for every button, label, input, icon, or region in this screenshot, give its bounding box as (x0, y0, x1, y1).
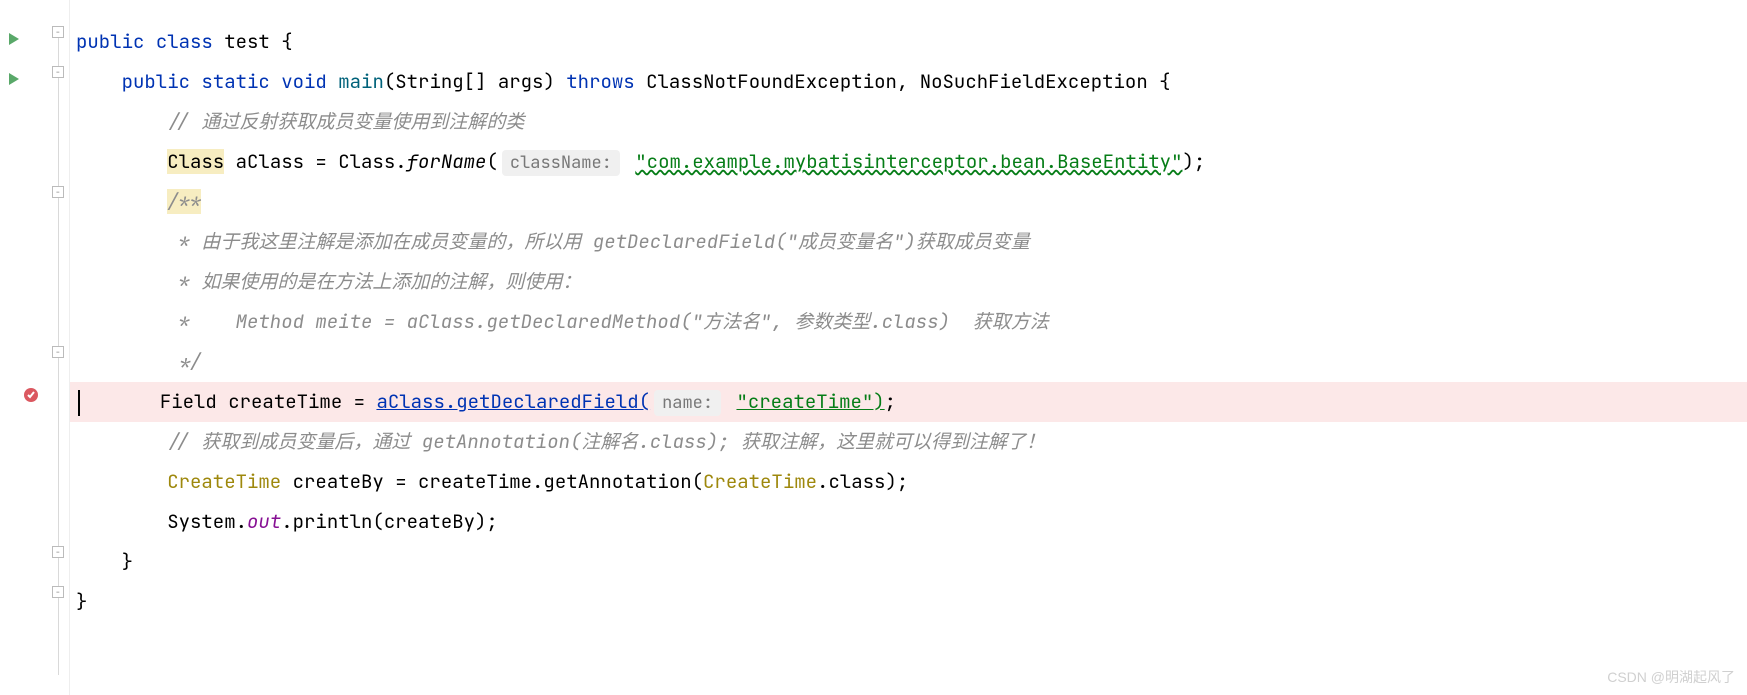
code-line: CreateTime createBy = createTime.getAnno… (70, 462, 1747, 502)
code-line: */ (70, 342, 1747, 382)
code-line: * 如果使用的是在方法上添加的注解，则使用： (70, 262, 1747, 302)
code-line: public class test { (70, 22, 1747, 62)
fold-marker-icon[interactable]: − (52, 26, 64, 38)
breakpoint-icon[interactable] (22, 385, 40, 403)
code-line: * 由于我这里注解是添加在成员变量的，所以用 getDeclaredField(… (70, 222, 1747, 262)
code-line: // 通过反射获取成员变量使用到注解的类 (70, 102, 1747, 142)
watermark: CSDN @明湖起风了 (1607, 667, 1735, 687)
fold-marker-icon[interactable]: − (52, 546, 64, 558)
run-class-icon[interactable] (6, 28, 22, 44)
code-line: } (70, 582, 1747, 622)
run-method-icon[interactable] (6, 68, 22, 84)
code-line: System.out.println(createBy); (70, 502, 1747, 542)
param-hint: className: (502, 150, 620, 176)
editor-gutter: − − − − − − (0, 0, 70, 695)
code-editor[interactable]: public class test { public static void m… (70, 0, 1747, 695)
code-line: /** (70, 182, 1747, 222)
code-line: Class aClass = Class.forName(className: … (70, 142, 1747, 182)
code-line: } (70, 542, 1747, 582)
code-line: // 获取到成员变量后，通过 getAnnotation(注解名.class);… (70, 422, 1747, 462)
fold-marker-icon[interactable]: − (52, 66, 64, 78)
code-line: public static void main(String[] args) t… (70, 62, 1747, 102)
fold-marker-icon[interactable]: − (52, 186, 64, 198)
caret-icon (78, 390, 80, 416)
fold-marker-icon[interactable]: − (52, 346, 64, 358)
param-hint: name: (654, 390, 721, 416)
fold-marker-icon[interactable]: − (52, 586, 64, 598)
code-line: * Method meite = aClass.getDeclaredMetho… (70, 302, 1747, 342)
current-line: Field createTime = aClass.getDeclaredFie… (70, 382, 1747, 422)
